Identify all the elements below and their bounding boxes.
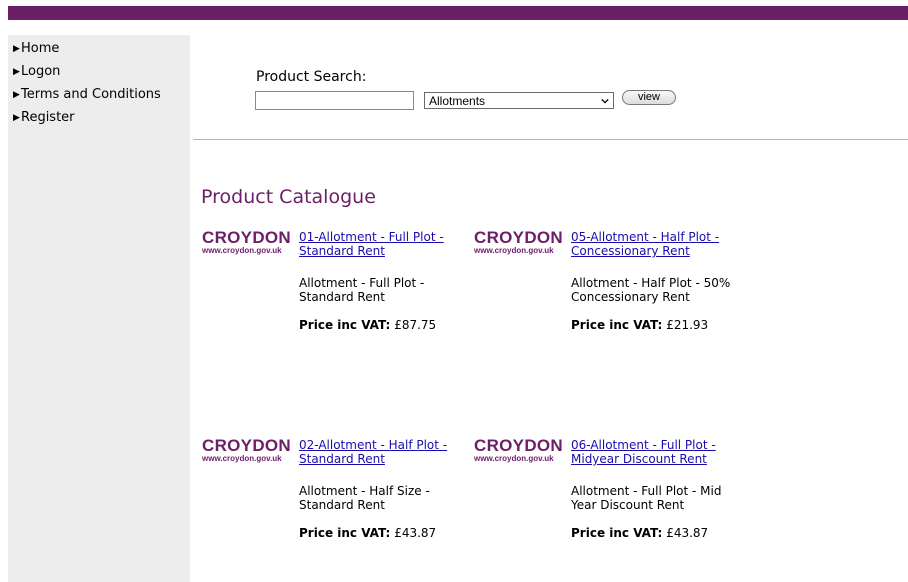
product-price: Price inc VAT: £87.75: [299, 318, 436, 332]
header-bar: [0, 0, 908, 21]
product-search: Product Search: Allotments view: [255, 69, 676, 110]
product-price: Price inc VAT: £21.93: [571, 318, 708, 332]
nav-item-logon[interactable]: ▶ Logon: [8, 60, 190, 83]
price-value: £43.87: [394, 526, 437, 540]
divider: [193, 139, 908, 140]
product-description: Allotment - Half Plot - 50% Concessionar…: [571, 276, 731, 304]
product-card: CROYDON www.croydon.gov.uk 06-Allotment …: [474, 437, 744, 547]
category-select[interactable]: Allotments: [424, 92, 614, 109]
price-value: £43.87: [666, 526, 709, 540]
product-title-link[interactable]: 06-Allotment - Full Plot - Midyear Disco…: [571, 438, 741, 466]
croydon-logo: CROYDON www.croydon.gov.uk: [202, 228, 291, 255]
nav-item-label: Home: [21, 41, 60, 56]
nav-item-label: Register: [21, 110, 75, 125]
price-value: £87.75: [394, 318, 437, 332]
croydon-logo: CROYDON www.croydon.gov.uk: [202, 436, 291, 463]
search-input[interactable]: [255, 91, 414, 110]
arrow-right-icon: ▶: [13, 89, 20, 100]
price-label: Price inc VAT:: [571, 526, 663, 540]
price-label: Price inc VAT:: [299, 526, 391, 540]
sidebar: ▶ Home ▶ Logon ▶ Terms and Conditions ▶ …: [8, 35, 190, 582]
product-title-link[interactable]: 01-Allotment - Full Plot - Standard Rent: [299, 230, 469, 258]
product-description: Allotment - Half Size - Standard Rent: [299, 484, 430, 512]
chevron-down-icon: [601, 98, 609, 104]
croydon-logo: CROYDON www.croydon.gov.uk: [474, 228, 563, 255]
price-value: £21.93: [666, 318, 709, 332]
croydon-logo: CROYDON www.croydon.gov.uk: [474, 436, 563, 463]
search-label: Product Search:: [256, 69, 367, 85]
view-button[interactable]: view: [622, 89, 676, 105]
product-price: Price inc VAT: £43.87: [571, 526, 708, 540]
arrow-right-icon: ▶: [13, 66, 20, 77]
header-band: [8, 6, 908, 20]
category-select-value: Allotments: [429, 93, 486, 108]
product-card: CROYDON www.croydon.gov.uk 05-Allotment …: [474, 229, 744, 339]
product-description: Allotment - Full Plot - Standard Rent: [299, 276, 425, 304]
product-price: Price inc VAT: £43.87: [299, 526, 436, 540]
price-label: Price inc VAT:: [571, 318, 663, 332]
nav-item-label: Terms and Conditions: [21, 87, 161, 102]
product-card: CROYDON www.croydon.gov.uk 02-Allotment …: [202, 437, 472, 547]
page-title: Product Catalogue: [201, 186, 376, 208]
nav-item-register[interactable]: ▶ Register: [8, 106, 190, 129]
product-title-link[interactable]: 05-Allotment - Half Plot - Concessionary…: [571, 230, 741, 258]
price-label: Price inc VAT:: [299, 318, 391, 332]
product-card: CROYDON www.croydon.gov.uk 01-Allotment …: [202, 229, 472, 339]
arrow-right-icon: ▶: [13, 112, 20, 123]
product-description: Allotment - Full Plot - Mid Year Discoun…: [571, 484, 722, 512]
nav-item-label: Logon: [21, 64, 61, 79]
product-title-link[interactable]: 02-Allotment - Half Plot - Standard Rent: [299, 438, 469, 466]
nav-item-home[interactable]: ▶ Home: [8, 37, 190, 60]
nav-item-terms[interactable]: ▶ Terms and Conditions: [8, 83, 190, 106]
arrow-right-icon: ▶: [13, 43, 20, 54]
